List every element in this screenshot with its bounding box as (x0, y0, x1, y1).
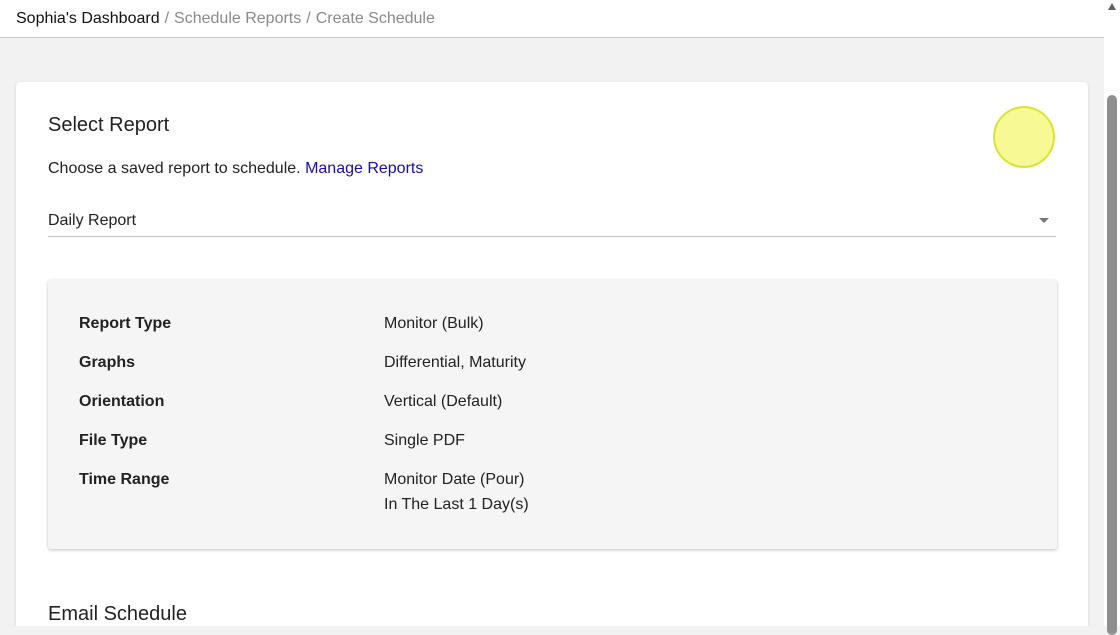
scrollbar-thumb[interactable] (1107, 95, 1117, 635)
detail-label: Report Type (79, 315, 172, 332)
breadcrumb-root[interactable]: Sophia's Dashboard (16, 10, 160, 27)
breadcrumb-separator: / (306, 10, 311, 27)
detail-label: File Type (79, 432, 148, 449)
breadcrumb-schedule-reports[interactable]: Schedule Reports (174, 10, 301, 27)
detail-value: Monitor Date (Pour) (384, 471, 525, 488)
schedule-form-card: Select Report Choose a saved report to s… (16, 82, 1088, 626)
detail-value: Vertical (Default) (384, 393, 503, 410)
chevron-down-icon[interactable] (1039, 218, 1049, 223)
breadcrumb-create-schedule: Create Schedule (315, 10, 435, 27)
report-select[interactable]: Daily Report (48, 208, 1056, 237)
report-select-value: Daily Report (48, 212, 137, 229)
detail-label: Orientation (79, 393, 165, 410)
description-text: Choose a saved report to schedule. (48, 160, 301, 177)
detail-value: Monitor (Bulk) (384, 315, 484, 332)
page: Sophia's Dashboard / Schedule Reports / Crea… (0, 0, 1104, 626)
select-report-description: Choose a saved report to schedule. Manag… (48, 159, 423, 179)
detail-label: Graphs (79, 354, 136, 371)
detail-value-line2: In The Last 1 Day(s) (384, 496, 529, 513)
detail-label: Time Range (79, 471, 170, 488)
vertical-scrollbar[interactable] (1104, 0, 1120, 635)
breadcrumb-separator: / (164, 10, 170, 27)
manage-reports-link[interactable]: Manage Reports (305, 160, 423, 177)
top-bar: Sophia's Dashboard / Schedule Reports / Crea… (0, 0, 1104, 38)
detail-value: Single PDF (384, 432, 465, 449)
breadcrumb: Sophia's Dashboard / Schedule Reports / Crea… (16, 9, 435, 29)
detail-value: Differential, Maturity (384, 354, 526, 371)
arrow-up-icon[interactable] (1108, 3, 1116, 10)
report-details-panel: Report Type Monitor (Bulk) Graphs Differ… (48, 280, 1057, 549)
email-schedule-title: Email Schedule (48, 603, 187, 625)
select-report-title: Select Report (48, 114, 170, 136)
